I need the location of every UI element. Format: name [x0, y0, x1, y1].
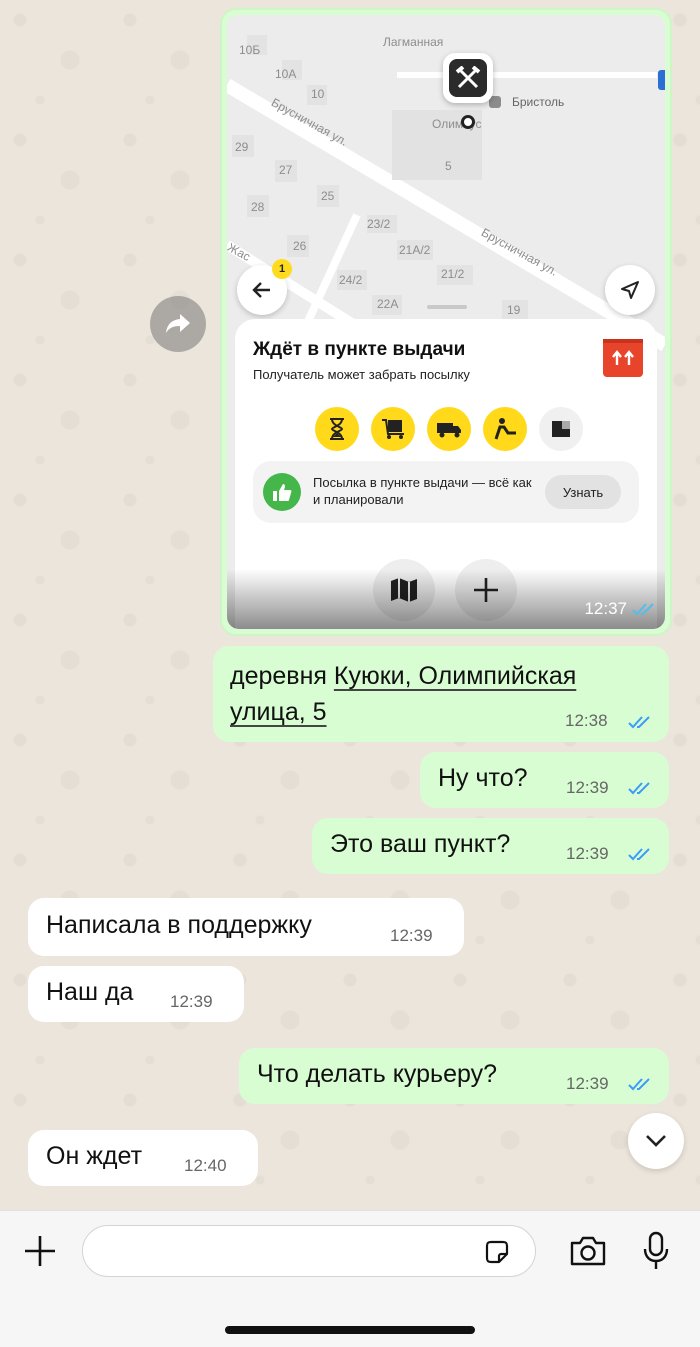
map-label: 29 [235, 140, 249, 154]
map-label: 10А [275, 67, 297, 81]
read-receipt-icon [628, 1078, 650, 1091]
map-label: 21/2 [441, 267, 465, 281]
voice-message-button[interactable] [636, 1227, 676, 1275]
read-receipt-icon [628, 782, 650, 795]
map-label: 25 [321, 189, 335, 203]
camera-button[interactable] [566, 1231, 610, 1271]
person-pickup-icon [483, 407, 527, 451]
map-label: 27 [279, 163, 293, 177]
hourglass-icon [315, 407, 359, 451]
image-message-bubble[interactable]: Лагманная Бристоль Олимпус Брусничная ул… [220, 8, 672, 636]
order-status-subtitle: Получатель может забрать посылку [253, 367, 470, 382]
map-label: 23/2 [367, 217, 391, 231]
message-input[interactable] [82, 1225, 536, 1277]
map-label: 26 [293, 239, 307, 253]
outgoing-message[interactable]: деревня Куюки, Олимпийская улица, 5 12:3… [213, 646, 669, 742]
attach-button[interactable] [20, 1231, 60, 1271]
map-label: 5 [445, 159, 452, 173]
map-screenshot: Лагманная Бристоль Олимпус Брусничная ул… [227, 15, 665, 629]
incoming-message[interactable]: Написала в поддержку 12:39 [28, 898, 464, 956]
status-info-card: Посылка в пункте выдачи — всё как и план… [253, 461, 639, 523]
message-text: Он ждет [46, 1142, 143, 1170]
notification-badge: 1 [272, 259, 292, 279]
incoming-message[interactable]: Он ждет 12:40 [28, 1130, 258, 1186]
parcel-icon [539, 407, 583, 451]
message-time: 12:39 [170, 992, 213, 1011]
map-label: 22А [377, 297, 399, 311]
read-receipt-icon [628, 716, 650, 729]
incoming-message[interactable]: Наш да 12:39 [28, 966, 244, 1022]
message-time: 12:39 [566, 1074, 609, 1093]
chevron-down-icon [646, 1135, 666, 1147]
message-text: Ну что? [438, 764, 528, 792]
navigation-arrow-icon [621, 281, 639, 299]
map-label: Бристоль [512, 95, 565, 109]
map-label: 10 [311, 87, 325, 101]
map-label: 10Б [239, 43, 261, 57]
scroll-to-bottom-button[interactable] [628, 1113, 684, 1169]
map-label: 19 [507, 303, 521, 317]
thumbs-up-icon [263, 473, 301, 511]
outgoing-message[interactable]: Ну что? 12:39 [420, 752, 669, 808]
read-receipt-icon [632, 603, 654, 616]
sheet-grabber[interactable] [427, 305, 467, 309]
parcel-box-icon [603, 339, 643, 377]
locate-button[interactable] [605, 265, 655, 315]
plus-icon [25, 1236, 55, 1266]
message-time: 12:39 [390, 926, 433, 945]
warehouse-cart-icon [371, 407, 415, 451]
message-text: Наш да [46, 978, 134, 1006]
learn-more-button[interactable]: Узнать [545, 475, 621, 509]
message-time: 12:39 [566, 844, 609, 863]
sticker-icon [485, 1240, 509, 1264]
outgoing-message[interactable]: Что делать курьеру? 12:39 [239, 1048, 669, 1104]
map-label: Лагманная [383, 35, 444, 49]
message-time: 12:39 [566, 778, 609, 797]
forward-icon [166, 314, 190, 333]
truck-icon [427, 407, 471, 451]
forward-button[interactable] [150, 296, 206, 352]
pickup-point-pin [443, 53, 493, 103]
map-label: 28 [251, 200, 265, 214]
outgoing-message[interactable]: Это ваш пункт? 12:39 [312, 818, 669, 874]
message-text-prefix: деревня [230, 662, 334, 690]
message-text: Написала в поддержку [46, 911, 312, 939]
message-time: 12:37 [584, 599, 627, 618]
map-label: 24/2 [339, 273, 363, 287]
delivery-progress [315, 407, 583, 451]
microphone-icon [643, 1231, 669, 1269]
home-indicator[interactable] [225, 1326, 475, 1334]
status-info-text: Посылка в пункте выдачи — всё как и план… [313, 475, 532, 507]
map-label: 21А/2 [399, 243, 431, 257]
message-text: Что делать курьеру? [257, 1060, 498, 1088]
message-time: 12:40 [184, 1156, 227, 1175]
arrow-left-icon [252, 282, 270, 298]
sticker-button[interactable] [481, 1236, 513, 1268]
read-receipt-icon [628, 848, 650, 861]
message-time: 12:38 [565, 711, 608, 730]
message-text: Это ваш пункт? [330, 830, 511, 858]
order-status-title: Ждёт в пункте выдачи [253, 339, 466, 360]
pickaxe-icon [449, 59, 487, 97]
camera-icon [570, 1236, 606, 1266]
location-dot [461, 115, 475, 129]
composer-bar [0, 1210, 700, 1347]
